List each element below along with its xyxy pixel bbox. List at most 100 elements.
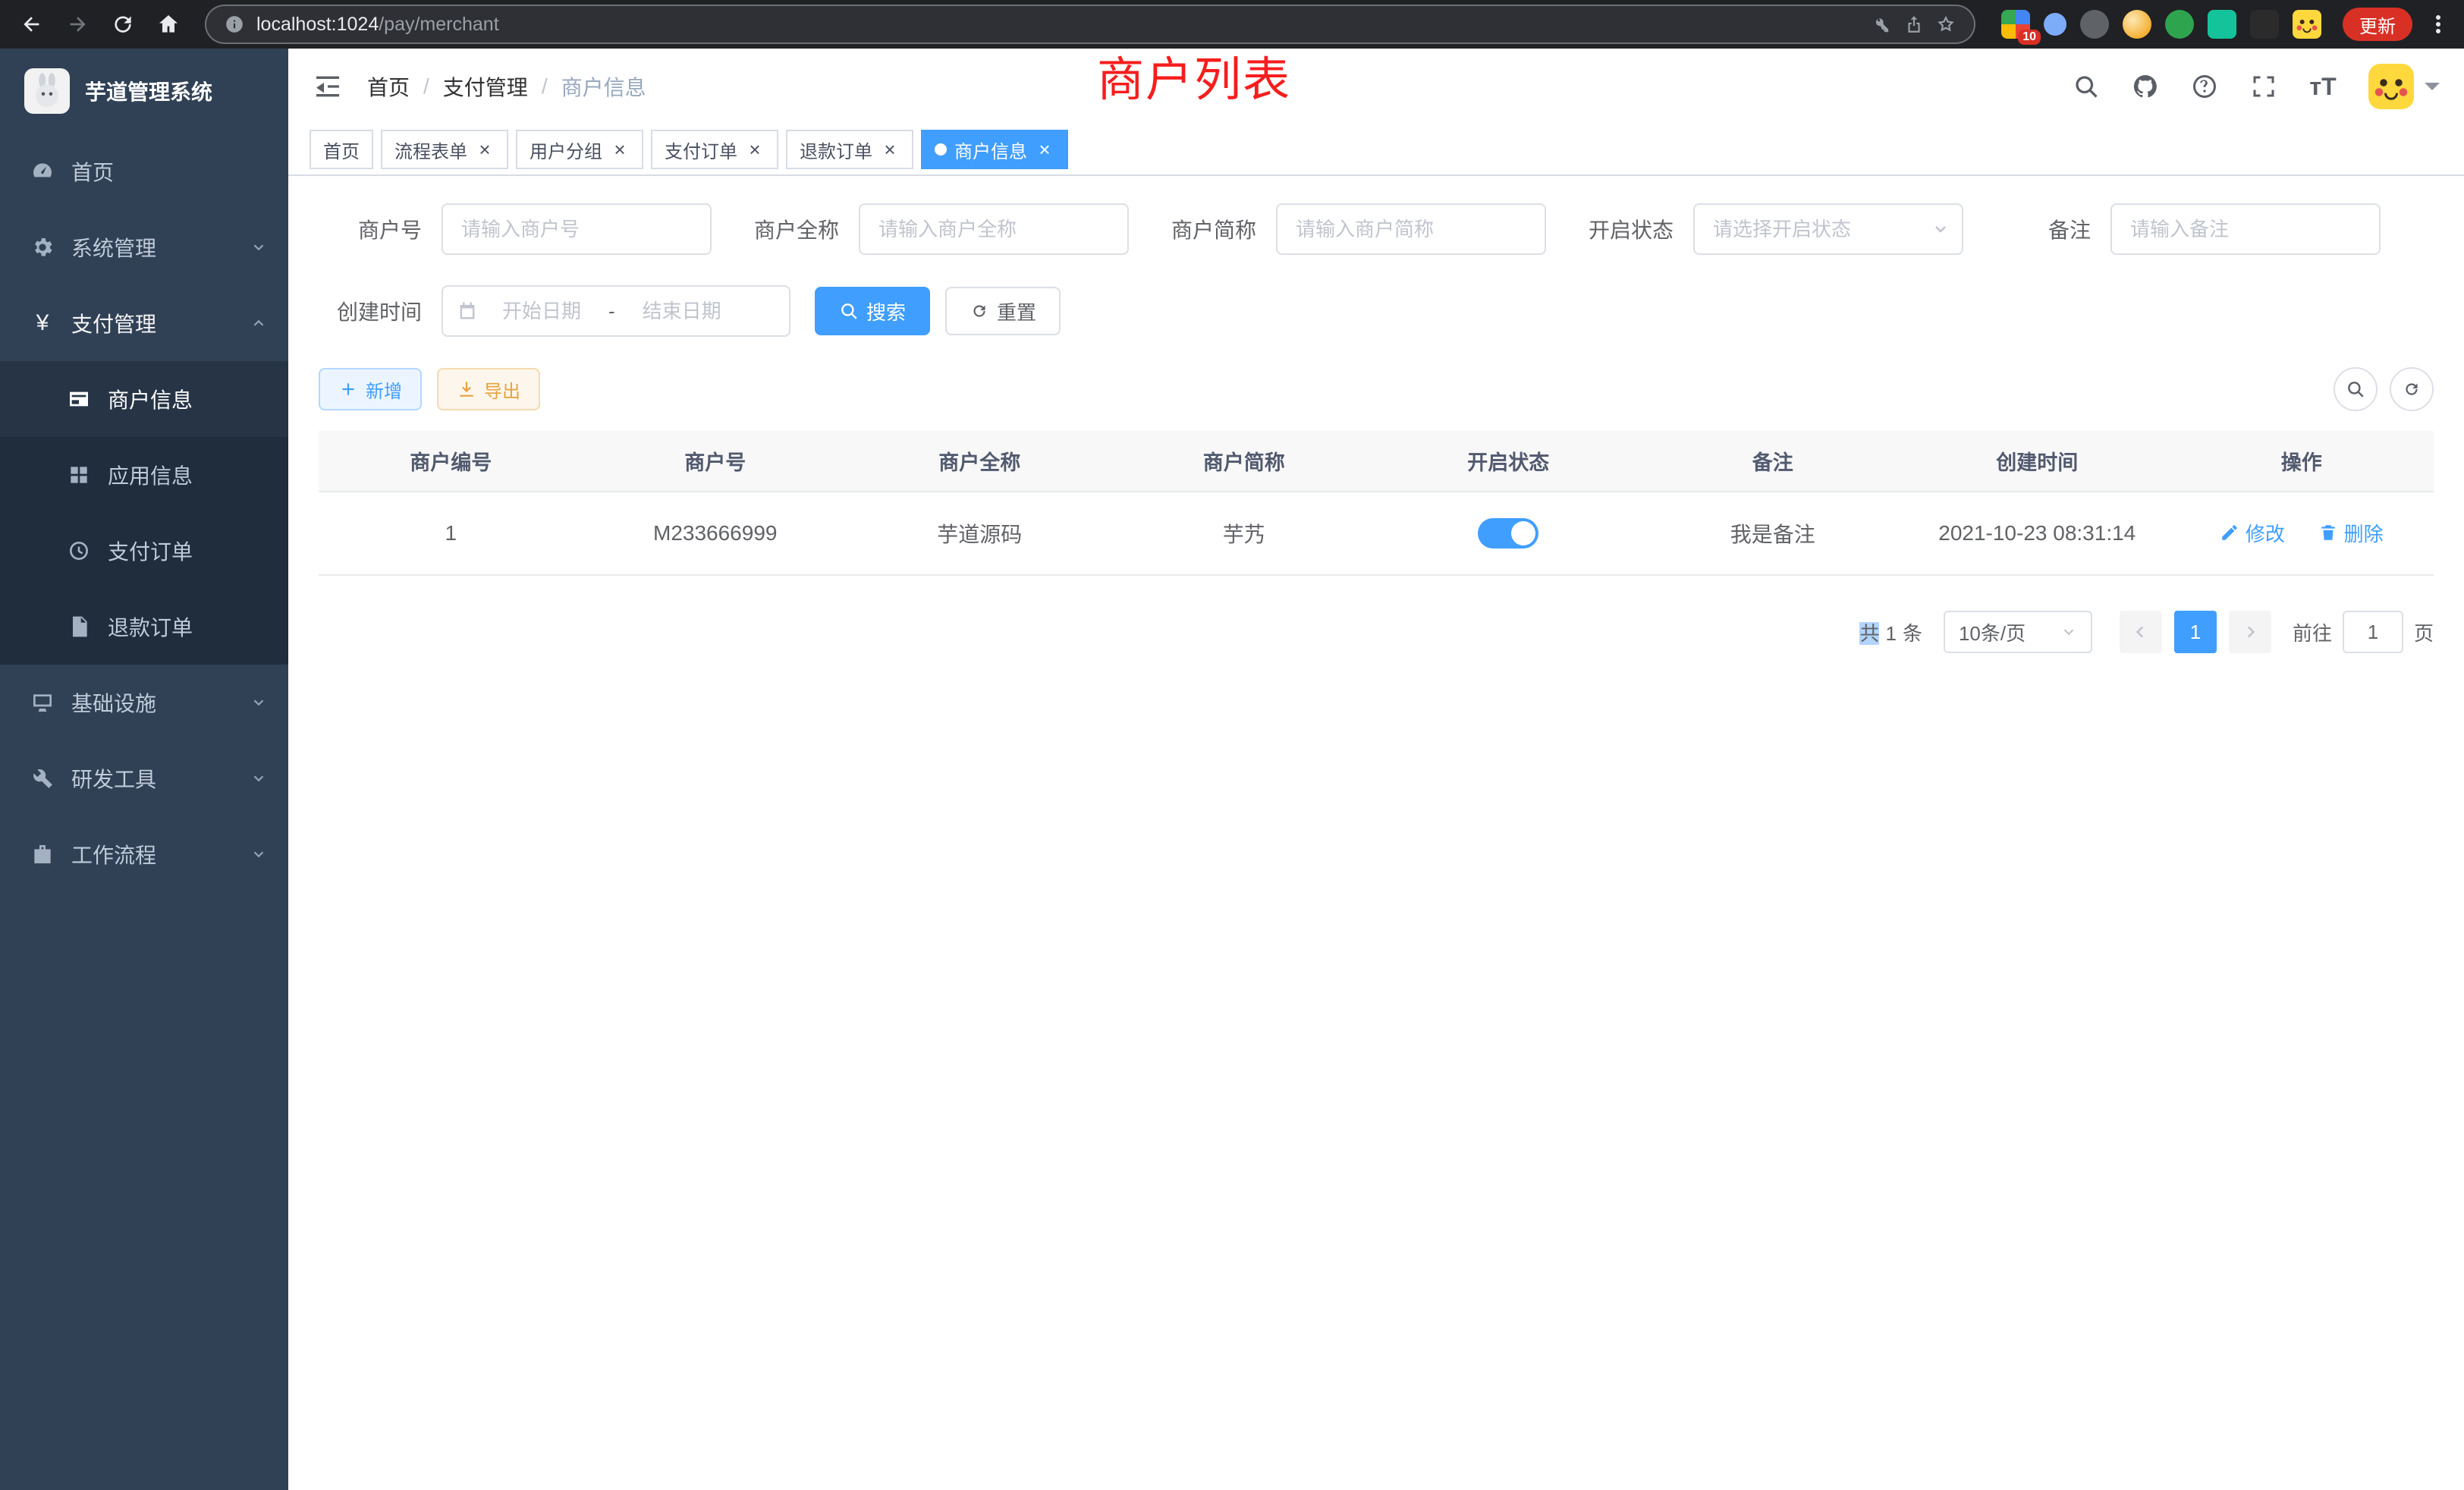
prev-page-button[interactable] [2120, 611, 2162, 653]
tab-home[interactable]: 首页 [310, 130, 373, 169]
browser-update-button[interactable]: 更新 [2343, 8, 2412, 41]
browser-home-button[interactable] [149, 5, 188, 44]
browser-back-button[interactable] [12, 5, 52, 44]
close-icon[interactable]: × [1035, 140, 1054, 159]
profile-avatar[interactable] [2293, 10, 2321, 39]
delete-link[interactable]: 删除 [2318, 519, 2384, 547]
fullscreen-icon[interactable] [2250, 73, 2277, 100]
page-size-select[interactable]: 10条/页 [1944, 611, 2092, 653]
close-icon[interactable]: × [610, 140, 630, 159]
search-icon [839, 301, 859, 321]
export-button[interactable]: 导出 [437, 368, 540, 410]
full-name-input[interactable] [859, 203, 1129, 255]
breadcrumb-section[interactable]: 支付管理 [443, 71, 528, 102]
status-select[interactable] [1693, 203, 1963, 255]
extension-icon[interactable] [2123, 10, 2151, 39]
extension-icon[interactable]: 10 [2001, 10, 2030, 39]
filter-label: 商户简称 [1153, 214, 1256, 244]
tab-label: 流程表单 [394, 137, 467, 163]
sidebar-item-merchant-info[interactable]: 商户信息 [0, 361, 288, 437]
site-info-icon[interactable] [225, 14, 244, 34]
sidebar-item-pay[interactable]: ¥ 支付管理 [0, 285, 288, 361]
cell-actions: 修改 删除 [2170, 492, 2434, 575]
tab-process-form[interactable]: 流程表单 × [381, 130, 508, 169]
browser-reload-button[interactable] [103, 5, 143, 44]
filter-label: 开启状态 [1570, 214, 1674, 244]
app-logo-row[interactable]: 芋道管理系统 [0, 49, 288, 134]
next-page-button[interactable] [2229, 611, 2271, 653]
help-icon[interactable] [2191, 73, 2218, 100]
table-row: 1 M233666999 芋道源码 芋艿 我是备注 2021-10-23 08:… [319, 492, 2434, 575]
filter-label: 创建时间 [319, 296, 422, 326]
table-toolbar: 新增 导出 [319, 367, 2434, 411]
address-bar[interactable]: localhost:1024/pay/merchant [206, 6, 1974, 42]
sidebar-item-infra[interactable]: 基础设施 [0, 665, 288, 740]
filter-remark: 备注 [1988, 203, 2381, 255]
extension-icon[interactable] [2208, 10, 2236, 39]
goto-page-input[interactable] [2343, 611, 2403, 653]
github-icon[interactable] [2132, 73, 2159, 100]
sidebar-item-devtools[interactable]: 研发工具 [0, 740, 288, 816]
chevron-right-icon [2240, 622, 2260, 642]
breadcrumb-home[interactable]: 首页 [367, 71, 410, 102]
search-button[interactable]: 搜索 [815, 287, 930, 335]
reset-button[interactable]: 重置 [945, 287, 1061, 335]
table-header-row: 商户编号 商户号 商户全称 商户简称 开启状态 备注 创建时间 操作 [319, 431, 2434, 492]
status-select-input[interactable] [1693, 203, 1963, 255]
edit-link[interactable]: 修改 [2220, 519, 2285, 547]
filter-row-2: 创建时间 - 搜索 重置 [319, 285, 2434, 337]
add-button[interactable]: 新增 [319, 368, 422, 410]
extension-icon[interactable] [2080, 10, 2109, 39]
date-range-picker[interactable]: - [442, 285, 790, 337]
dashboard-icon [30, 159, 55, 184]
chevron-down-icon [1931, 220, 1950, 238]
extension-icon[interactable] [2250, 10, 2279, 39]
bookmark-star-icon[interactable] [1936, 14, 1956, 34]
sidebar-item-home[interactable]: 首页 [0, 134, 288, 209]
column-header: 操作 [2170, 431, 2434, 492]
sidebar-fold-icon[interactable] [313, 71, 343, 102]
browser-forward-button[interactable] [58, 5, 97, 44]
remark-input[interactable] [2110, 203, 2381, 255]
app-title: 芋道管理系统 [85, 76, 212, 106]
tab-pay-order[interactable]: 支付订单× [651, 130, 778, 169]
export-button-label: 导出 [484, 376, 520, 403]
toggle-search-button[interactable] [2334, 367, 2378, 411]
breadcrumb: 首页 / 支付管理 / 商户信息 [367, 71, 646, 102]
short-name-input[interactable] [1276, 203, 1546, 255]
breadcrumb-separator: / [423, 74, 429, 99]
tab-merchant-info[interactable]: 商户信息× [921, 130, 1068, 169]
tab-label: 用户分组 [530, 137, 602, 163]
close-icon[interactable]: × [880, 140, 900, 159]
column-header: 商户简称 [1112, 431, 1377, 492]
sidebar-item-system[interactable]: 系统管理 [0, 209, 288, 285]
sidebar-item-refund-order[interactable]: 退款订单 [0, 589, 288, 665]
cell-merchant-id: 1 [319, 492, 583, 575]
sidebar-item-pay-order[interactable]: 支付订单 [0, 513, 288, 589]
start-date-input[interactable] [484, 300, 599, 323]
sidebar-item-app-info[interactable]: 应用信息 [0, 437, 288, 513]
extension-icon[interactable] [2165, 10, 2194, 39]
close-icon[interactable]: × [475, 140, 495, 159]
share-icon[interactable] [1904, 14, 1924, 34]
refresh-table-button[interactable] [2390, 367, 2434, 411]
user-menu[interactable] [2368, 64, 2440, 109]
status-toggle[interactable] [1478, 518, 1538, 549]
password-key-icon[interactable] [1872, 14, 1892, 34]
total-prefix: 共 [1859, 622, 1879, 645]
header-search-icon[interactable] [2073, 73, 2100, 100]
page-number-button[interactable]: 1 [2174, 611, 2217, 653]
end-date-input[interactable] [624, 300, 740, 323]
tab-user-group[interactable]: 用户分组 × [516, 130, 643, 169]
url-text: localhost:1024/pay/merchant [256, 14, 499, 36]
extension-icon[interactable] [2044, 13, 2066, 36]
close-icon[interactable]: × [745, 140, 765, 159]
browser-menu-icon[interactable] [2425, 11, 2452, 38]
browser-chrome: localhost:1024/pay/merchant 10 更新 [0, 0, 2464, 49]
tab-refund-order[interactable]: 退款订单× [786, 130, 913, 169]
sidebar-item-workflow[interactable]: 工作流程 [0, 816, 288, 892]
filter-label: 商户全称 [736, 214, 839, 244]
chevron-down-icon [250, 694, 267, 711]
merchant-no-input[interactable] [442, 203, 712, 255]
font-size-icon[interactable]: ᴛT [2309, 73, 2337, 100]
